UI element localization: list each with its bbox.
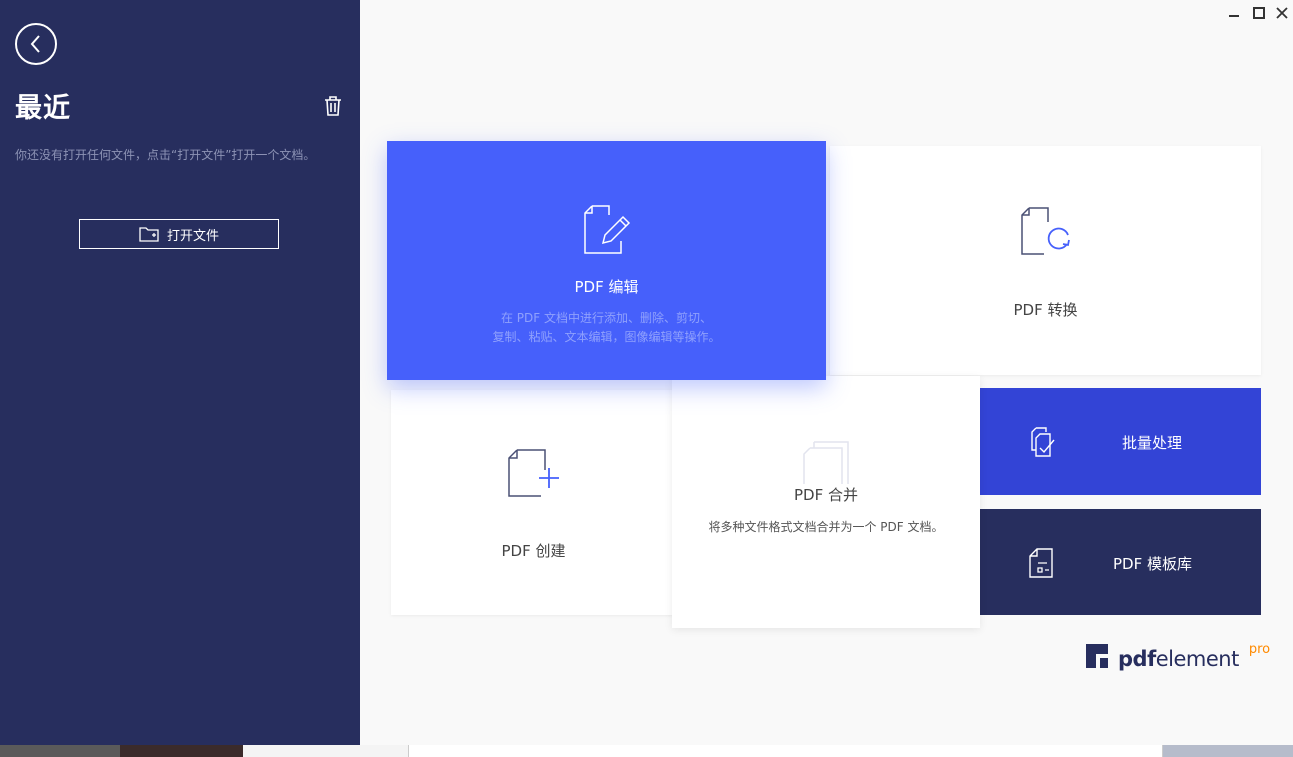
edit-document-icon [584,205,631,254]
tile-pdf-create[interactable]: PDF 创建 [391,390,676,615]
app-window: 最近 你还没有打开任何文件，点击“打开文件”打开一个文档。 打开文件 PDF 编… [0,0,1293,745]
tile-pdf-merge-description: 将多种文件格式文档合并为一个 PDF 文档。 [708,520,944,534]
tile-batch-process-title: 批量处理 [1122,434,1183,452]
close-icon [1276,7,1288,19]
minimize-button[interactable] [1225,4,1243,22]
tile-pdf-templates[interactable]: PDF 模板库 [980,509,1261,615]
tile-pdf-edit-description: 在 PDF 文档中进行添加、删除、剪切、 复制、粘贴、文本编辑，图像编辑等操作。 [492,311,721,344]
maximize-icon [1253,7,1265,19]
tile-pdf-merge-title: PDF 合并 [794,486,858,504]
merge-documents-icon [803,441,849,484]
tile-batch-process[interactable]: 批量处理 [980,388,1261,495]
folder-icon [139,227,159,242]
create-document-icon [508,449,559,497]
close-button[interactable] [1273,4,1291,22]
pdfelement-logo: pdfelement pro [1084,642,1270,676]
tile-pdf-edit-title: PDF 编辑 [574,278,639,296]
open-file-label: 打开文件 [166,228,219,244]
convert-document-icon [1021,207,1070,255]
tile-pdf-merge[interactable]: PDF 合并 将多种文件格式文档合并为一个 PDF 文档。 [672,376,980,628]
tile-pdf-edit[interactable]: PDF 编辑 在 PDF 文档中进行添加、删除、剪切、 复制、粘贴、文本编辑，图… [387,141,826,380]
sidebar-title: 最近 [15,93,71,124]
minimize-icon [1229,15,1239,17]
empty-recent-message: 你还没有打开任何文件，点击“打开文件”打开一个文档。 [15,148,316,162]
brand-name: pdfelement [1118,647,1239,671]
tile-pdf-create-title: PDF 创建 [501,542,566,560]
template-document-icon [1029,548,1053,578]
pdfelement-logo-icon [1086,644,1108,668]
tile-pdf-convert[interactable]: PDF 转换 [830,146,1261,375]
chevron-left-icon [30,35,40,53]
back-button[interactable] [15,23,57,65]
tile-pdf-templates-title: PDF 模板库 [1113,555,1192,573]
open-file-button[interactable]: 打开文件 [79,219,279,249]
maximize-button[interactable] [1250,4,1268,22]
desktop-background [0,745,1293,757]
recent-sidebar: 最近 你还没有打开任何文件，点击“打开文件”打开一个文档。 打开文件 [0,0,360,745]
tile-pdf-convert-title: PDF 转换 [1013,301,1078,319]
trash-icon[interactable] [323,95,343,117]
batch-documents-icon [1031,427,1055,457]
brand-edition: pro [1248,642,1271,657]
